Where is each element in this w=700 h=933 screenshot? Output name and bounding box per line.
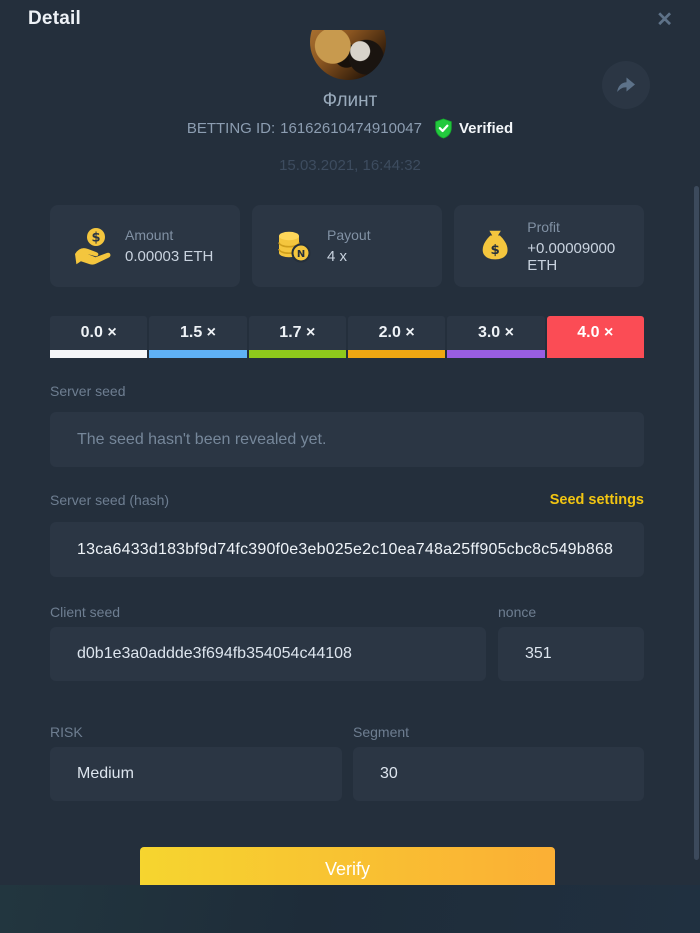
profit-card: $ Profit +0.00009000 ETH	[454, 205, 644, 287]
multiplier-tabs: 0.0 × 1.5 × 1.7 × 2.0 × 3.0 × 4.0 ×	[50, 316, 644, 358]
verified-shield-icon	[434, 118, 453, 139]
tab-label: 1.5 ×	[180, 324, 216, 342]
tab-label: 0.0 ×	[81, 324, 117, 342]
betting-id-label: BETTING ID:	[187, 120, 275, 137]
betting-row: BETTING ID: 16162610474910047 Verified	[0, 118, 700, 139]
stat-label: Profit	[527, 219, 644, 235]
betting-id: BETTING ID: 16162610474910047	[187, 120, 422, 137]
client-seed-field[interactable]: d0b1e3a0addde3f694fb354054c44108	[50, 627, 486, 681]
amount-card: $ Amount 0.00003 ETH	[50, 205, 240, 287]
server-seed-field[interactable]: The seed hasn't been revealed yet.	[50, 412, 644, 467]
server-seed-hash-field[interactable]: 13ca6433d183bf9d74fc390f0e3eb025e2c10ea7…	[50, 522, 644, 577]
tab-multiplier-4x[interactable]: 4.0 ×	[547, 316, 644, 358]
tab-multiplier-1-7x[interactable]: 1.7 ×	[249, 316, 346, 358]
verified-label: Verified	[459, 120, 513, 137]
stat-text: Profit +0.00009000 ETH	[527, 219, 644, 274]
stats-row: $ Amount 0.00003 ETH N Pay	[50, 205, 644, 287]
nonce-field[interactable]: 351	[498, 627, 644, 681]
page: Detail ✕ Флинт BETTING ID: 1616261047491…	[0, 0, 700, 933]
tab-multiplier-3x[interactable]: 3.0 ×	[447, 316, 544, 358]
tab-underline	[348, 350, 445, 358]
segment-field[interactable]: 30	[353, 747, 644, 801]
stat-value: 4 x	[327, 248, 371, 265]
tab-underline	[547, 350, 644, 358]
game-background	[0, 885, 700, 933]
verify-button[interactable]: Verify	[140, 847, 555, 885]
detail-modal: Detail ✕ Флинт BETTING ID: 1616261047491…	[0, 0, 700, 885]
tab-multiplier-0x[interactable]: 0.0 ×	[50, 316, 147, 358]
username: Флинт	[0, 90, 700, 112]
money-bag-icon: $	[476, 226, 514, 266]
tab-multiplier-2x[interactable]: 2.0 ×	[348, 316, 445, 358]
server-seed-label: Server seed	[50, 383, 125, 399]
stat-value: 0.00003 ETH	[125, 248, 213, 265]
bet-datetime: 15.03.2021, 16:44:32	[0, 157, 700, 174]
svg-text:$: $	[91, 231, 100, 246]
stat-text: Amount 0.00003 ETH	[125, 227, 213, 265]
risk-field[interactable]: Medium	[50, 747, 342, 801]
nonce-label: nonce	[498, 604, 536, 620]
tab-underline	[50, 350, 147, 358]
tab-label: 2.0 ×	[379, 324, 415, 342]
tab-label: 1.7 ×	[279, 324, 315, 342]
coin-stack-icon: N	[274, 226, 314, 266]
segment-label: Segment	[353, 724, 409, 740]
tab-underline	[149, 350, 246, 358]
svg-text:$: $	[490, 243, 499, 258]
stat-label: Amount	[125, 227, 213, 243]
tab-underline	[249, 350, 346, 358]
risk-label: RISK	[50, 724, 83, 740]
stat-value: +0.00009000 ETH	[527, 240, 644, 274]
stat-label: Payout	[327, 227, 371, 243]
svg-text:N: N	[297, 249, 305, 260]
betting-id-value: 16162610474910047	[280, 120, 422, 137]
client-seed-label: Client seed	[50, 604, 120, 620]
tab-label: 4.0 ×	[577, 324, 613, 342]
tab-multiplier-1-5x[interactable]: 1.5 ×	[149, 316, 246, 358]
server-seed-hash-label: Server seed (hash)	[50, 492, 169, 508]
modal-title: Detail	[28, 8, 81, 30]
tab-label: 3.0 ×	[478, 324, 514, 342]
verified-badge: Verified	[434, 118, 513, 139]
payout-card: N Payout 4 x	[252, 205, 442, 287]
seed-settings-link[interactable]: Seed settings	[550, 492, 644, 508]
stat-text: Payout 4 x	[327, 227, 371, 265]
avatar[interactable]	[310, 30, 386, 80]
scrollbar-thumb[interactable]	[694, 186, 699, 860]
hand-coin-icon: $	[72, 226, 112, 266]
avatar-clip	[0, 30, 700, 82]
tab-underline	[447, 350, 544, 358]
